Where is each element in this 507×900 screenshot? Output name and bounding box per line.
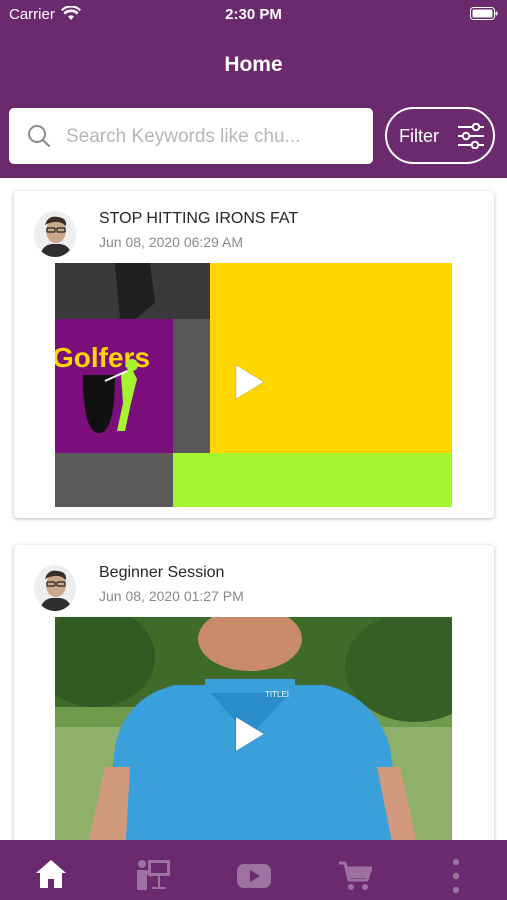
video-icon[interactable] xyxy=(237,864,271,888)
sliders-icon xyxy=(458,123,484,149)
search-icon xyxy=(28,125,50,147)
video-thumbnail[interactable]: TITLEI xyxy=(55,617,452,855)
post-card[interactable]: Beginner Session Jun 08, 2020 01:27 PM T… xyxy=(14,545,494,855)
post-date: Jun 08, 2020 01:27 PM xyxy=(99,588,244,604)
battery-icon xyxy=(470,7,498,20)
cart-icon[interactable] xyxy=(338,860,372,892)
presentation-icon[interactable] xyxy=(134,857,172,891)
play-icon xyxy=(235,364,265,400)
search-placeholder: Search Keywords like chu... xyxy=(66,126,301,147)
avatar xyxy=(34,565,76,611)
shirt-logo-text: TITLEI xyxy=(265,690,289,699)
home-icon[interactable] xyxy=(34,858,68,890)
page-title: Home xyxy=(224,53,283,76)
play-icon xyxy=(235,716,265,752)
post-date: Jun 08, 2020 06:29 AM xyxy=(99,234,243,250)
search-input[interactable]: Search Keywords like chu... xyxy=(9,108,373,164)
more-icon[interactable] xyxy=(451,858,461,894)
status-bar: Carrier 2:30 PM xyxy=(0,0,507,30)
app-header: Carrier 2:30 PM Home Search Keywords lik… xyxy=(0,0,507,178)
filter-button[interactable]: Filter xyxy=(385,107,495,164)
video-thumbnail[interactable]: Golfers xyxy=(55,263,452,507)
post-card[interactable]: STOP HITTING IRONS FAT Jun 08, 2020 06:2… xyxy=(14,191,494,518)
filter-label: Filter xyxy=(399,126,439,146)
avatar xyxy=(34,211,76,257)
post-title: Beginner Session xyxy=(99,564,225,581)
tab-bar xyxy=(0,840,507,900)
post-title: STOP HITTING IRONS FAT xyxy=(99,210,299,227)
clock: 2:30 PM xyxy=(225,6,282,23)
